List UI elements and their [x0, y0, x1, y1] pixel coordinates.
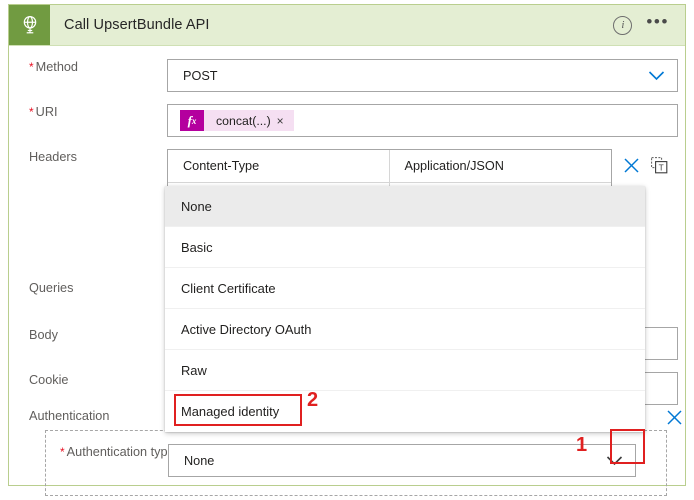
- card-title-bar: Call UpsertBundle API i •••: [9, 5, 685, 46]
- expression-token[interactable]: fx concat(...) ×: [180, 110, 294, 131]
- uri-label: * URI: [29, 105, 58, 119]
- method-label: * Method: [29, 60, 78, 74]
- globe-http-icon: [9, 5, 50, 45]
- method-dropdown[interactable]: POST: [167, 59, 678, 92]
- more-options-icon[interactable]: •••: [646, 13, 669, 32]
- remove-authentication-icon[interactable]: [666, 409, 683, 431]
- authentication-type-label: * Authentication type: [60, 445, 175, 459]
- header-key-cell[interactable]: Content-Type: [168, 150, 390, 182]
- field-row-uri: * URI fx concat(...) ×: [9, 104, 685, 137]
- authentication-type-dropdown-menu[interactable]: None Basic Client Certificate Active Dir…: [165, 186, 645, 432]
- headers-row1-actions: T: [612, 149, 668, 181]
- required-asterisk: *: [60, 445, 65, 459]
- dropdown-option-client-certificate[interactable]: Client Certificate: [165, 268, 645, 309]
- fx-icon: fx: [180, 110, 204, 131]
- field-row-method: * Method POST: [9, 59, 685, 92]
- queries-label: Queries: [29, 281, 74, 295]
- dropdown-option-active-directory-oauth[interactable]: Active Directory OAuth: [165, 309, 645, 350]
- body-label: Body: [29, 328, 58, 342]
- table-row[interactable]: Content-Type Application/JSON: [168, 150, 611, 183]
- annotation-number-1: 1: [576, 434, 588, 456]
- authentication-subgroup: * Authentication type None: [45, 430, 667, 496]
- chevron-down-icon[interactable]: [606, 455, 635, 466]
- switch-to-text-mode-icon[interactable]: T: [651, 156, 668, 174]
- dropdown-option-none[interactable]: None: [165, 186, 645, 227]
- authentication-label: Authentication: [29, 409, 110, 423]
- cookie-label: Cookie: [29, 373, 69, 387]
- authentication-type-value: None: [184, 453, 215, 468]
- title-bar-actions: i •••: [613, 13, 685, 35]
- screenshot-root: Call UpsertBundle API i ••• * Method POST: [0, 0, 694, 500]
- info-icon[interactable]: i: [613, 15, 633, 35]
- authentication-type-dropdown[interactable]: None: [168, 444, 636, 477]
- token-label: concat(...): [216, 113, 271, 128]
- required-asterisk: *: [29, 60, 34, 74]
- dropdown-option-managed-identity[interactable]: Managed identity: [165, 391, 645, 432]
- dropdown-option-raw[interactable]: Raw: [165, 350, 645, 391]
- card-title: Call UpsertBundle API: [64, 17, 210, 33]
- header-value-cell[interactable]: Application/JSON: [390, 150, 612, 182]
- headers-label: Headers: [29, 150, 77, 164]
- dropdown-option-basic[interactable]: Basic: [165, 227, 645, 268]
- uri-input[interactable]: fx concat(...) ×: [167, 104, 678, 137]
- required-asterisk: *: [29, 105, 34, 119]
- svg-text:T: T: [659, 162, 664, 172]
- method-value: POST: [183, 68, 218, 83]
- chevron-down-icon[interactable]: [648, 70, 677, 81]
- annotation-number-2: 2: [307, 389, 319, 411]
- close-icon[interactable]: ×: [277, 110, 294, 131]
- delete-row-icon[interactable]: [623, 157, 640, 174]
- field-row-authentication-type: * Authentication type None: [46, 444, 666, 477]
